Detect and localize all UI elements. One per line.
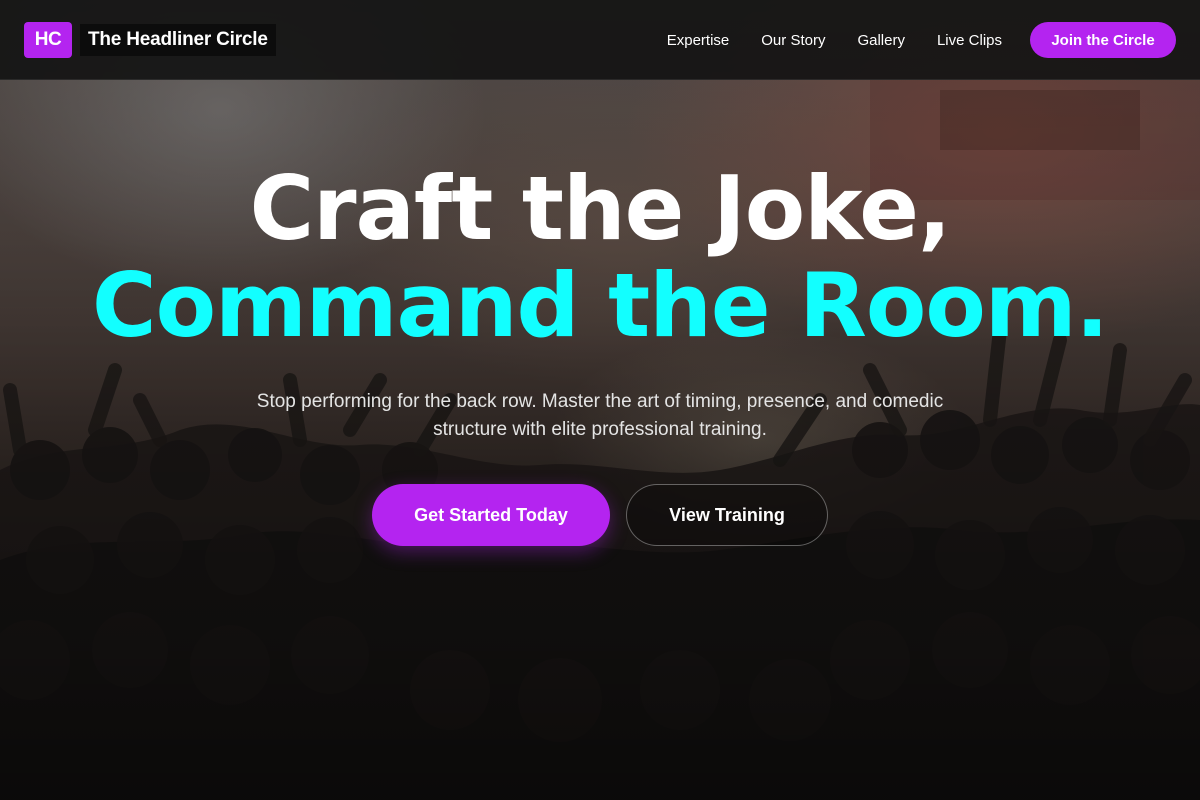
hero-headline: Craft the Joke, Command the Room.	[0, 160, 1200, 354]
get-started-button[interactable]: Get Started Today	[372, 484, 610, 546]
nav-link-gallery[interactable]: Gallery	[857, 32, 905, 49]
hero-section: Craft the Joke, Command the Room. Stop p…	[0, 160, 1200, 546]
nav-link-our-story[interactable]: Our Story	[761, 32, 825, 49]
primary-nav: Expertise Our Story Gallery Live Clips	[667, 0, 1002, 80]
nav-link-expertise[interactable]: Expertise	[667, 32, 730, 49]
headline-line-2: Command the Room.	[92, 254, 1109, 357]
headline-line-1: Craft the Joke,	[249, 157, 952, 260]
hero-subtitle: Stop performing for the back row. Master…	[256, 391, 944, 440]
hero-button-group: Get Started Today View Training	[0, 484, 1200, 546]
logo-badge: HC	[24, 22, 72, 58]
top-navbar: HC The Headliner Circle Expertise Our St…	[0, 0, 1200, 80]
join-the-circle-button[interactable]: Join the Circle	[1030, 22, 1176, 58]
view-training-button[interactable]: View Training	[626, 484, 828, 546]
brand-logo[interactable]: HC The Headliner Circle	[24, 22, 276, 58]
brand-name: The Headliner Circle	[80, 24, 276, 56]
landing-page: HC The Headliner Circle Expertise Our St…	[0, 0, 1200, 800]
nav-link-live-clips[interactable]: Live Clips	[937, 32, 1002, 49]
